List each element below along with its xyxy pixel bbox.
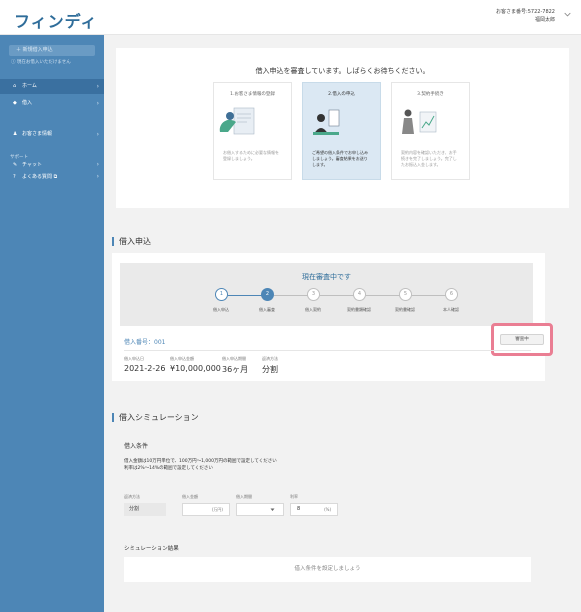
progress-step-2: 2	[261, 288, 274, 301]
review-status-card: 借入申込を審査しています。しばらくお待ちください。 1.お客さま情報の登録 お借…	[116, 48, 569, 208]
divider	[124, 350, 531, 351]
sidebar: ＋ 新規借入申込 ⓘ 現在お借入いただけません ⌂ ホーム › ◆ 借入 › ♟ お客…	[0, 35, 104, 612]
sidebar-item-home[interactable]: ⌂ ホーム ›	[0, 79, 104, 94]
conditions-note-line: 利率は2%〜14%の範囲で設定してください	[124, 466, 213, 471]
result-title: シミュレーション結果	[124, 546, 179, 552]
step-title: 1.お客さま情報の登録	[230, 92, 275, 97]
chevron-down-icon	[270, 508, 275, 511]
info-value: 36ヶ月	[222, 365, 249, 374]
main-content: 借入申込を審査しています。しばらくお待ちください。 1.お客さま情報の登録 お借…	[104, 35, 581, 612]
chevron-right-icon: ›	[96, 83, 99, 90]
chevron-right-icon: ›	[96, 173, 99, 180]
user-name: 福岡太郎	[534, 17, 555, 23]
new-application-note: ⓘ 現在お借入いただけません	[11, 60, 71, 65]
progress-step-6: 6	[445, 288, 458, 301]
method-label: 返済方法	[124, 494, 140, 499]
progress-title: 現在審査中です	[302, 273, 351, 281]
info-value: 分割	[262, 365, 278, 374]
home-icon: ⌂	[13, 83, 17, 89]
status-highlight: 審査中	[491, 323, 553, 356]
amount-label: 借入金額	[182, 494, 198, 499]
step-card-contract: 3.契約手続き 契約内容を確認いただき、お手続きを完了しましょう。完了したお振込…	[391, 82, 470, 180]
period-label: 借入期間	[236, 494, 252, 499]
repayment-method-field[interactable]: 分割	[124, 503, 166, 516]
sidebar-item-label: 借入	[22, 100, 33, 106]
rate-value: 8	[297, 506, 301, 512]
chevron-right-icon: ›	[96, 100, 99, 107]
progress-step-label: 借入申込	[213, 307, 229, 312]
chevron-down-icon[interactable]	[564, 11, 571, 18]
step-description: ご希望の借入条件でお申し込みしましょう。審査結果をお送りします。	[312, 150, 368, 167]
rate-label: 利率	[290, 494, 298, 499]
interest-rate-input[interactable]: 8 (%)	[290, 503, 338, 516]
progress-step-label: 契約書確認	[395, 307, 415, 312]
progress-step-3: 3	[307, 288, 320, 301]
info-application-amount: 借入申込金額 ¥10,000,000	[170, 356, 221, 373]
info-application-date: 借入申込日 2021-2-26	[124, 356, 165, 373]
progress-tracker: 現在審査中です 1 2 3 4 5 6 借入申込 借入審査 借入契約 契約書類確…	[120, 263, 533, 326]
step-card-application: 2.借入の申込 ご希望の借入条件でお申し込みしましょう。審査結果をお送りします。	[302, 82, 381, 180]
rate-unit: (%)	[324, 507, 331, 512]
step-description: お借入するために必要な情報を登録しましょう。	[223, 150, 279, 161]
new-application-button[interactable]: ＋ 新規借入申込	[9, 45, 95, 56]
chat-icon: ✎	[13, 162, 18, 168]
result-placeholder: 借入条件を設定しましょう	[124, 557, 531, 582]
application-section-title: 借入申込	[112, 237, 151, 246]
progress-step-label: 契約書類確認	[347, 307, 371, 312]
sidebar-item-label: よくある質問 ⧉	[22, 174, 58, 180]
application-illustration-icon	[313, 109, 340, 135]
info-label: 借入申込金額	[170, 356, 194, 361]
help-icon: ?	[13, 174, 16, 180]
app-logo[interactable]: フィンディ	[14, 8, 98, 32]
user-icon: ♟	[13, 131, 18, 137]
step-description: 契約内容を確認いただき、お手続きを完了しましょう。完了したお振込入金します。	[401, 150, 457, 167]
progress-step-5: 5	[399, 288, 412, 301]
loan-number[interactable]: 借入番号：001	[124, 337, 165, 346]
progress-step-label: 借入審査	[259, 307, 275, 312]
conditions-note-line: 借入金額は10万円単位で、100万円〜1,000万円の範囲で設定してください	[124, 459, 277, 464]
sidebar-item-loan[interactable]: ◆ 借入 ›	[0, 96, 104, 111]
chevron-right-icon: ›	[96, 131, 99, 138]
chevron-right-icon: ›	[96, 161, 99, 168]
simulation-section-title: 借入シミュレーション	[112, 413, 199, 422]
loan-amount-input[interactable]: (万円)	[182, 503, 230, 516]
progress-step-label: 本人確認	[443, 307, 459, 312]
progress-step-1: 1	[215, 288, 228, 301]
amount-unit: (万円)	[211, 507, 223, 512]
info-label: 返済方法	[262, 356, 278, 361]
application-card: 現在審査中です 1 2 3 4 5 6 借入申込 借入審査 借入契約 契約書類確…	[112, 253, 553, 381]
new-application-label: 新規借入申込	[22, 47, 53, 53]
sidebar-item-label: ホーム	[22, 83, 37, 89]
info-value: 2021-2-26	[124, 364, 166, 373]
loan-period-select[interactable]	[236, 503, 284, 516]
step-title: 2.借入の申込	[328, 92, 355, 97]
sidebar-item-chat[interactable]: ✎ チャット ›	[0, 159, 104, 171]
progress-step-label: 借入契約	[305, 307, 321, 312]
sidebar-item-label: お客さま情報	[22, 131, 53, 137]
registration-illustration-icon	[219, 107, 255, 135]
sidebar-item-label: チャット	[22, 162, 42, 168]
simulation-card: 借入条件 借入金額は10万円単位で、100万円〜1,000万円の範囲で設定してく…	[112, 431, 545, 599]
conditions-note: 借入金額は10万円単位で、100万円〜1,000万円の範囲で設定してください 利…	[124, 458, 277, 472]
info-label: 借入申込日	[124, 356, 144, 361]
contract-illustration-icon	[402, 109, 437, 134]
review-title: 借入申込を審査しています。しばらくお待ちください。	[255, 67, 430, 75]
plus-icon: ＋	[16, 47, 23, 53]
info-application-period: 借入申込期間 36ヶ月	[222, 356, 248, 375]
status-badge: 審査中	[500, 334, 544, 345]
info-label: 借入申込期間	[222, 356, 246, 361]
step-card-registration: 1.お客さま情報の登録 お借入するために必要な情報を登録しましょう。	[213, 82, 292, 180]
info-repayment-method: 返済方法 分割	[262, 356, 278, 375]
sidebar-item-faq[interactable]: ? よくある質問 ⧉ ›	[0, 171, 104, 183]
sidebar-item-customer-info[interactable]: ♟ お客さま情報 ›	[0, 127, 104, 142]
progress-step-4: 4	[353, 288, 366, 301]
conditions-title: 借入条件	[124, 443, 149, 450]
user-menu[interactable]: お客さま番号:5722-7822 福岡太郎	[496, 8, 555, 24]
yen-icon: ◆	[13, 100, 17, 106]
step-title: 3.契約手続き	[417, 92, 444, 97]
customer-number: お客さま番号:5722-7822	[496, 9, 555, 15]
app-header: フィンディ お客さま番号:5722-7822 福岡太郎	[0, 0, 581, 35]
info-value: ¥10,000,000	[170, 364, 221, 373]
